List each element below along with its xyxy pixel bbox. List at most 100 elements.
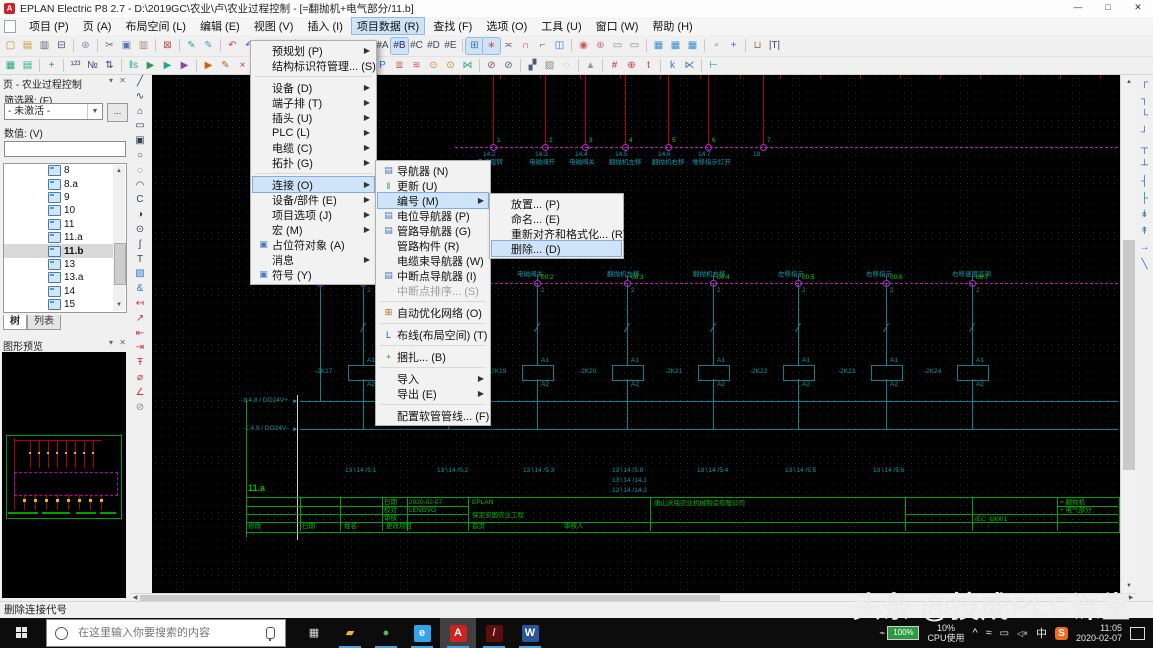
project-data-menu-item-17[interactable]: ▣符号 (Y) (253, 267, 374, 282)
taskbar-search[interactable] (46, 619, 286, 647)
line-tool-icon[interactable]: ╱ (130, 75, 150, 90)
tree-scrollbar[interactable]: ▲▼ (113, 165, 125, 311)
dim-baseline-tool-icon[interactable]: Ŧ (130, 356, 150, 371)
grid-c-icon[interactable]: #C (408, 38, 425, 54)
sort-icon[interactable]: ⇅ (101, 58, 118, 74)
project-data-menu-item-16[interactable]: 消息▶ (253, 252, 374, 267)
menubar-item-9[interactable]: 选项 (O) (480, 17, 533, 35)
page-tree-item-13.a[interactable]: 13.a (4, 271, 126, 284)
brush-format-icon[interactable]: ✎ (200, 38, 217, 54)
menubar-item-11[interactable]: 窗口 (W) (590, 17, 645, 35)
insert-center-icon[interactable]: ⊕ (623, 58, 640, 74)
project-data-menu-item-1[interactable]: 预规划 (P)▶ (253, 43, 374, 58)
project-data-menu-item-11[interactable]: 连接 (O)▶ (253, 177, 374, 192)
menubar-item-7[interactable]: 项目数据 (R) (351, 17, 425, 35)
table-view-2-icon[interactable]: ▦ (667, 38, 684, 54)
project-data-menu-item-12[interactable]: 设备/部件 (E)▶ (253, 192, 374, 207)
cable-navigator-icon[interactable]: ≣ (391, 58, 408, 74)
insert-symbol-icon[interactable]: + (43, 58, 60, 74)
t-node-up-icon[interactable]: ┴ (1136, 158, 1153, 175)
revision-cloud-icon[interactable]: ◌ (558, 58, 575, 74)
t-node-down-icon[interactable]: ┬ (1136, 141, 1153, 158)
delete-placement-icon[interactable]: × (234, 58, 251, 74)
taskbar-app-eplan[interactable]: A (440, 618, 476, 648)
potential-b-icon[interactable]: ⊘ (500, 58, 517, 74)
brush-style-icon[interactable]: ✎ (183, 38, 200, 54)
project-data-menu-item-6[interactable]: 插头 (U)▶ (253, 110, 374, 125)
page-tree-item-8.a[interactable]: 8.a (4, 177, 126, 190)
wifi-icon[interactable]: ≈ (986, 627, 992, 639)
hatch-icon[interactable]: ▨ (541, 58, 558, 74)
menubar-item-10[interactable]: 工具 (U) (535, 17, 587, 35)
taskbar-app-pdf-reader[interactable]: / (476, 618, 512, 648)
project-data-menu-item-13[interactable]: 项目选项 (J)▶ (253, 207, 374, 222)
ellipse-tool-icon[interactable]: ⊙ (130, 223, 150, 238)
flag-move-icon[interactable]: ▶ (200, 58, 217, 74)
scroll-thumb[interactable] (114, 243, 126, 285)
double-junction-up-icon[interactable]: ↟ (1136, 224, 1153, 241)
menubar-item-5[interactable]: 视图 (V) (248, 17, 300, 35)
maximize-button[interactable]: □ (1093, 0, 1123, 17)
taskbar-app-edge-browser[interactable]: e (404, 618, 440, 648)
number-terminals-icon[interactable]: № (84, 58, 101, 74)
menubar-item-12[interactable]: 帮助 (H) (646, 17, 698, 35)
close-button[interactable]: ✕ (1123, 0, 1153, 17)
layout-navigator-icon[interactable]: ▤ (19, 58, 36, 74)
stamp-icon[interactable]: ⊕ (592, 38, 609, 54)
notification-icon[interactable] (1130, 627, 1145, 640)
t-node-left-icon[interactable]: ┤ (1136, 174, 1153, 191)
taskbar-app-word[interactable]: W (512, 618, 548, 648)
connections-menu-item-11[interactable]: ⊞自动优化网络 (O) (378, 305, 488, 320)
double-junction-down-icon[interactable]: ↡ (1136, 207, 1153, 224)
image-tool-icon[interactable]: ▨ (130, 267, 150, 282)
page-tree-item-14[interactable]: 14 (4, 285, 126, 298)
connections-menu-item-20[interactable]: 配置软管管线... (F) (378, 408, 488, 423)
connections-menu-item-4[interactable]: ▤电位导航器 (P) (378, 208, 488, 223)
spline-tool-icon[interactable]: ʃ (130, 238, 150, 253)
dim-continued-tool-icon[interactable]: ⇥ (130, 341, 150, 356)
paste-icon[interactable]: ▥ (135, 38, 152, 54)
connections-menu-item-1[interactable]: ▤导航器 (N) (378, 163, 488, 178)
connection-navigator-icon[interactable]: ≋ (408, 58, 425, 74)
connections-menu-item-8[interactable]: ▤中断点导航器 (I) (378, 268, 488, 283)
hyperlink-tool-icon[interactable]: & (130, 282, 150, 297)
menubar-item-4[interactable]: 编辑 (E) (194, 17, 246, 35)
print-icon[interactable]: ⊟ (53, 38, 70, 54)
grid-e-icon[interactable]: #E (442, 38, 459, 54)
connections-menu-item-6[interactable]: 管路构件 (R) (378, 238, 488, 253)
grid-b-icon[interactable]: #B (391, 38, 408, 54)
corner-down-right-icon[interactable]: ┐ (1136, 92, 1153, 109)
menubar-item-6[interactable]: 插入 (I) (301, 17, 348, 35)
dim-radius-tool-icon[interactable]: ⌀ (130, 371, 150, 386)
taskbar-app-file-explorer[interactable]: ▰ (332, 618, 368, 648)
node-icon[interactable]: ⋉ (681, 58, 698, 74)
polyline-tool-icon[interactable]: ∿ (130, 90, 150, 105)
scroll-up-icon[interactable]: ▲ (1121, 75, 1137, 89)
project-data-menu-item-7[interactable]: PLC (L)▶ (253, 125, 374, 140)
v-scroll-thumb[interactable] (1123, 240, 1135, 470)
table-view-1-icon[interactable]: ▦ (650, 38, 667, 54)
textfield-icon[interactable]: ▭ (626, 38, 643, 54)
undo-icon[interactable]: ↶ (224, 38, 241, 54)
snap-object-icon[interactable]: ≍ (500, 38, 517, 54)
check-pages-icon[interactable]: ‖s (125, 58, 142, 74)
menubar-item-8[interactable]: 查找 (F) (427, 17, 478, 35)
balance-icon[interactable]: ⊢ (705, 58, 722, 74)
save-icon[interactable]: ▥ (36, 38, 53, 54)
filter-dropdown[interactable]: - 未激活 - ▼ (4, 103, 103, 120)
vertical-scrollbar[interactable]: ▲▼ (1120, 75, 1137, 593)
clock[interactable]: 11:052020-02-07 (1076, 623, 1122, 643)
flag-purple-icon[interactable]: ▶ (176, 58, 193, 74)
project-data-menu-item-5[interactable]: 端子排 (T)▶ (253, 95, 374, 110)
page-tree-item-11[interactable]: 11 (4, 218, 126, 231)
sogou-icon[interactable]: S (1055, 627, 1068, 640)
menubar-item-1[interactable]: 项目 (P) (23, 17, 75, 35)
dim-aligned-tool-icon[interactable]: ↗ (130, 312, 150, 327)
cut-icon[interactable]: ✂ (101, 38, 118, 54)
circle-2pt-tool-icon[interactable]: ◌ (130, 164, 150, 179)
project-data-menu-item-4[interactable]: 设备 (D)▶ (253, 80, 374, 95)
numbering-menu-item-4[interactable]: 删除... (D) (492, 241, 621, 256)
rectangle-tool-icon[interactable]: ▭ (130, 119, 150, 134)
connections-menu-item-5[interactable]: ▤管路导航器 (G) (378, 223, 488, 238)
potential-a-icon[interactable]: ⊘ (483, 58, 500, 74)
